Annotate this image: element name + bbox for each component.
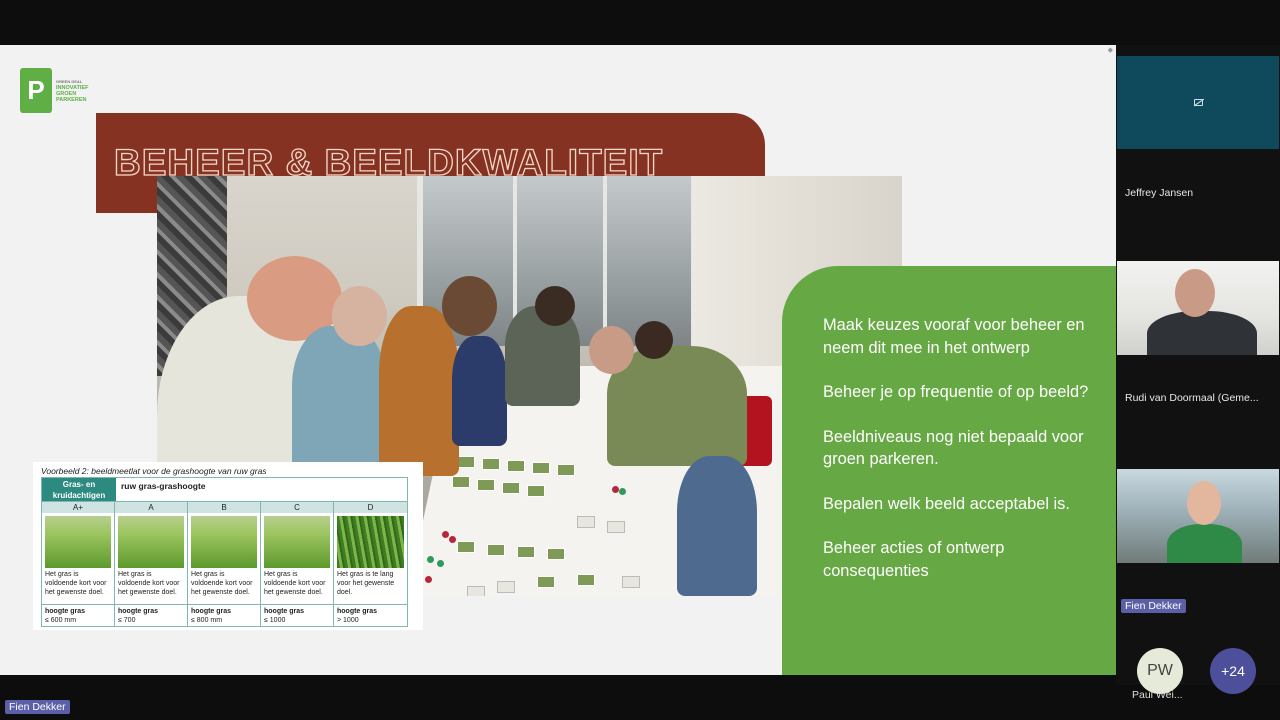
example-column: D Het gras is te lang voor het gewenste …	[334, 502, 407, 626]
grass-photo	[191, 516, 257, 568]
participant-tile-rudi[interactable]	[1117, 261, 1279, 355]
grade-footer-value: ≤ 800 mm	[191, 617, 223, 624]
grade-label: D	[334, 502, 407, 513]
bullet-item: Beheer acties of ontwerp consequenties	[823, 539, 1005, 580]
expand-icon[interactable]: ◆	[1108, 46, 1113, 54]
participant-name-badge: Fien Dekker	[1121, 599, 1186, 613]
grade-label: A+	[42, 502, 114, 513]
avatar-name: Paul Wei...	[1132, 689, 1183, 701]
participant-video	[1167, 524, 1242, 563]
example-caption: Voorbeeld 2: beeldmeetlat voor de grasho…	[41, 466, 267, 476]
example-column: A Het gras is voldoende kort voor het ge…	[115, 502, 188, 626]
grade-footer-label: hoogte gras	[45, 608, 86, 615]
grade-description: Het gras is voldoende kort voor het gewe…	[118, 571, 180, 596]
grade-description: Het gras is voldoende kort voor het gewe…	[191, 571, 253, 596]
grade-footer: hoogte gras ≤ 800 mm	[188, 604, 260, 626]
example-grid: Gras- en kruidachtigen ruw gras-grashoog…	[41, 477, 408, 627]
participant-tile-jeffrey[interactable]	[1117, 56, 1279, 149]
participant-video	[1147, 311, 1257, 355]
grade-footer-label: hoogte gras	[191, 608, 232, 615]
example-column: B Het gras is voldoende kort voor het ge…	[188, 502, 261, 626]
participant-name: Rudi van Doormaal (Geme...	[1125, 392, 1259, 404]
grade-footer-value: ≤ 1000	[264, 617, 286, 624]
grass-photo	[337, 516, 404, 568]
example-column: A+ Het gras is voldoende kort voor het g…	[42, 502, 115, 626]
grade-description: Het gras is te lang voor het gewenste do…	[337, 571, 395, 596]
bullet-item: Bepalen welk beeld acceptabel is.	[823, 494, 1070, 513]
example-columns: A+ Het gras is voldoende kort voor het g…	[42, 502, 407, 626]
logo-text: GREEN DEAL INNOVATIEF GROEN PARKEREN	[56, 79, 89, 103]
camera-off-icon	[1193, 99, 1203, 106]
grade-footer-label: hoogte gras	[337, 608, 378, 615]
grade-footer: hoogte gras ≤ 1000	[261, 604, 333, 626]
more-participants-button[interactable]: +24	[1210, 648, 1256, 694]
grade-description: Het gras is voldoende kort voor het gewe…	[45, 571, 107, 596]
participant-tile-fien[interactable]	[1117, 469, 1279, 563]
example-column: C Het gras is voldoende kort voor het ge…	[261, 502, 334, 626]
example-header-left: Gras- en kruidachtigen	[42, 478, 116, 501]
grade-footer-value: > 1000	[337, 617, 359, 624]
participant-video	[1187, 481, 1221, 525]
logo-mark: P	[20, 68, 52, 113]
example-header-right: ruw gras-grashoogte	[121, 481, 206, 491]
participant-panel: Jeffrey Jansen Rudi van Doormaal (Geme..…	[1116, 45, 1280, 701]
participant-video	[1175, 269, 1215, 317]
bullet-item: Beheer je op frequentie of op beeld?	[823, 383, 1089, 401]
grade-footer-value: ≤ 600 mm	[45, 617, 77, 624]
grade-label: B	[188, 502, 260, 513]
avatar[interactable]: PW	[1137, 648, 1183, 694]
grade-footer: hoogte gras ≤ 600 mm	[42, 604, 114, 626]
shared-slide: ◆ P GREEN DEAL INNOVATIEF GROEN PARKEREN…	[0, 45, 1116, 675]
participant-name: Jeffrey Jansen	[1125, 187, 1194, 199]
bullet-item: Beeldniveaus nog niet bepaald voor groen…	[823, 427, 1084, 469]
grade-footer-label: hoogte gras	[118, 608, 159, 615]
grade-description: Het gras is voldoende kort voor het gewe…	[264, 571, 326, 596]
bullet-item: Maak keuzes vooraf voor beheer en neem d…	[823, 316, 1085, 357]
grass-photo	[118, 516, 184, 568]
grade-footer-value: ≤ 700	[118, 617, 136, 624]
grade-footer: hoogte gras ≤ 700	[115, 604, 187, 626]
example-measurement-table: Voorbeeld 2: beeldmeetlat voor de grasho…	[33, 462, 423, 630]
slide-logo: P GREEN DEAL INNOVATIEF GROEN PARKEREN	[20, 68, 89, 113]
grade-label: A	[115, 502, 187, 513]
grade-label: C	[261, 502, 333, 513]
bullet-panel: Maak keuzes vooraf voor beheer en neem d…	[782, 266, 1116, 675]
grass-photo	[45, 516, 111, 568]
grade-footer-label: hoogte gras	[264, 608, 305, 615]
grass-photo	[264, 516, 330, 568]
presenter-name-badge: Fien Dekker	[5, 700, 70, 714]
grade-footer: hoogte gras > 1000	[334, 604, 407, 626]
example-header-row: Gras- en kruidachtigen ruw gras-grashoog…	[42, 478, 407, 502]
logo-line: PARKEREN	[56, 96, 87, 103]
